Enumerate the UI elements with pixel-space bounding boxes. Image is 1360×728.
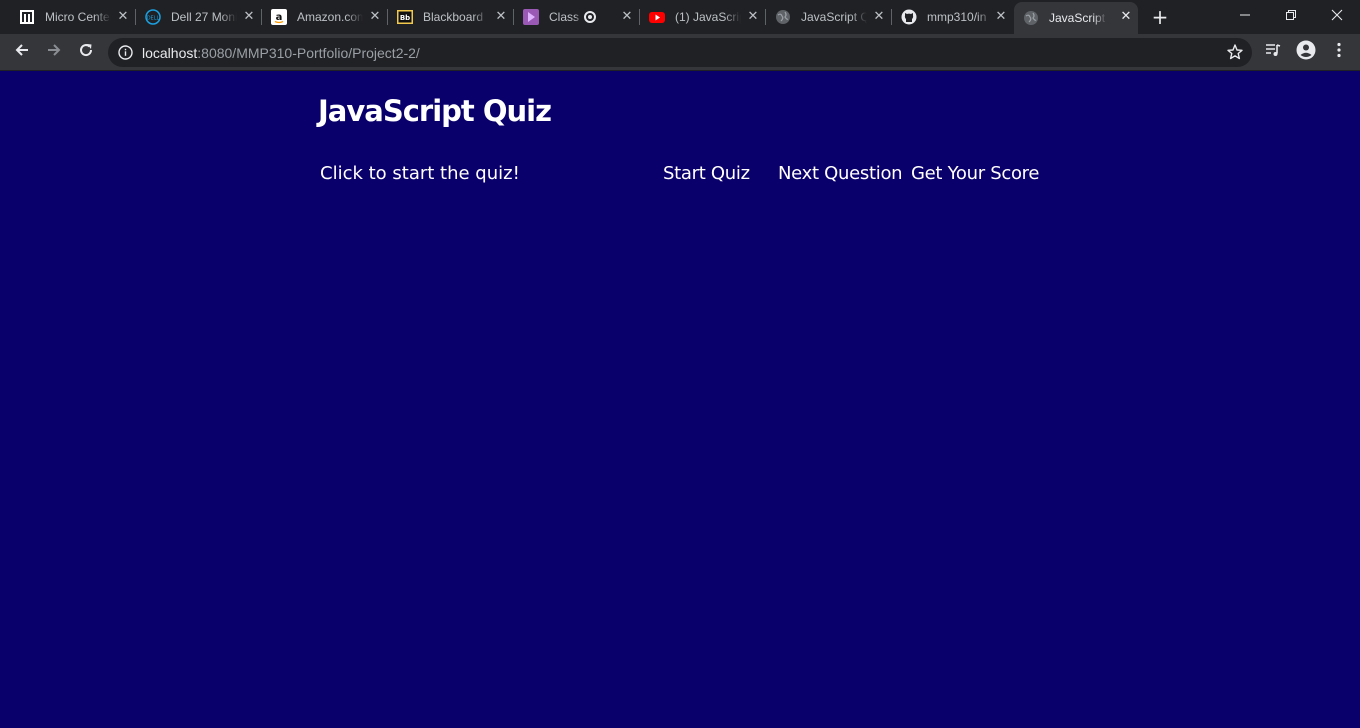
- svg-text:a: a: [276, 12, 283, 23]
- next-question-button[interactable]: Next Question: [778, 163, 903, 184]
- tab-title: JavaScript Q: [1049, 11, 1107, 25]
- youtube-icon: [649, 9, 665, 25]
- tab-micro-center[interactable]: Micro Center ✕: [10, 0, 136, 34]
- forward-button[interactable]: [40, 38, 68, 66]
- micro-center-icon: [19, 9, 35, 25]
- tab-github[interactable]: mmp310/in ✕: [892, 0, 1013, 34]
- arrow-right-icon: [46, 42, 62, 62]
- star-icon[interactable]: [1226, 43, 1244, 61]
- media-control-button[interactable]: [1259, 38, 1287, 66]
- reload-icon: [78, 42, 94, 62]
- close-icon[interactable]: ✕: [241, 9, 257, 25]
- menu-button[interactable]: [1325, 38, 1353, 66]
- tab-title: Class m: [549, 10, 583, 24]
- globe-icon: [1023, 10, 1039, 26]
- close-icon[interactable]: ✕: [115, 9, 131, 25]
- queue-music-icon: [1264, 41, 1282, 63]
- tab-title: JavaScript Q: [801, 10, 867, 24]
- svg-text:Bb: Bb: [400, 14, 410, 22]
- tab-title: Blackboard: [423, 10, 484, 24]
- profile-button[interactable]: [1292, 38, 1320, 66]
- new-tab-button[interactable]: +: [1148, 5, 1172, 29]
- recording-icon: [584, 11, 596, 23]
- more-vert-icon: [1337, 42, 1341, 62]
- tab-javascript-quiz[interactable]: JavaScript Q ✕: [766, 0, 892, 34]
- dell-icon: DELL: [145, 9, 161, 25]
- browser-toolbar: localhost:8080/MMP310-Portfolio/Project2…: [0, 34, 1360, 71]
- amazon-icon: a: [271, 9, 287, 25]
- quiz-prompt: Click to start the quiz!: [320, 163, 520, 184]
- blackboard-icon: Bb: [397, 9, 413, 25]
- tab-title: Micro Center: [45, 10, 111, 24]
- close-icon[interactable]: ✕: [745, 9, 761, 25]
- minimize-icon[interactable]: [1222, 0, 1268, 30]
- tab-amazon[interactable]: a Amazon.com ✕: [262, 0, 388, 34]
- url-text[interactable]: localhost:8080/MMP310-Portfolio/Project2…: [142, 45, 420, 61]
- tab-title: Amazon.com: [297, 10, 363, 24]
- globe-icon: [775, 9, 791, 25]
- close-icon[interactable]: ✕: [619, 9, 635, 25]
- tab-youtube[interactable]: (1) JavaScript ✕: [640, 0, 766, 34]
- page-title: JavaScript Quiz: [318, 94, 552, 128]
- class-media-icon: [523, 9, 539, 25]
- tab-title: Dell 27 Monitor: [171, 10, 237, 24]
- restore-icon[interactable]: [1268, 0, 1314, 30]
- info-icon[interactable]: [118, 45, 133, 60]
- close-icon[interactable]: ✕: [871, 9, 887, 25]
- tab-javascript-quiz-active[interactable]: JavaScript Q ✕: [1014, 2, 1138, 34]
- close-icon[interactable]: ✕: [1118, 9, 1134, 25]
- arrow-left-icon: [14, 42, 30, 62]
- tab-title: mmp310/in: [927, 10, 987, 24]
- start-quiz-button[interactable]: Start Quiz: [663, 163, 750, 184]
- back-button[interactable]: [8, 38, 36, 66]
- address-bar[interactable]: localhost:8080/MMP310-Portfolio/Project2…: [108, 38, 1252, 67]
- close-icon[interactable]: [1314, 0, 1360, 30]
- tab-strip: Micro Center ✕ DELL Dell 27 Monitor ✕ a …: [0, 0, 1360, 34]
- close-icon[interactable]: ✕: [367, 9, 383, 25]
- reload-button[interactable]: [72, 38, 100, 66]
- url-host: localhost: [142, 45, 198, 61]
- close-icon[interactable]: ✕: [993, 9, 1009, 25]
- svg-text:DELL: DELL: [147, 16, 160, 22]
- tab-title: (1) JavaScript: [675, 10, 741, 24]
- tab-blackboard[interactable]: Bb Blackboard ✕: [388, 0, 514, 34]
- tab-class-media[interactable]: Class m ✕: [514, 0, 640, 34]
- url-path: :8080/MMP310-Portfolio/Project2-2/: [197, 45, 420, 61]
- account-circle-icon: [1296, 40, 1316, 64]
- get-score-button[interactable]: Get Your Score: [911, 163, 1039, 184]
- github-icon: [901, 9, 917, 25]
- close-icon[interactable]: ✕: [493, 9, 509, 25]
- tab-dell[interactable]: DELL Dell 27 Monitor ✕: [136, 0, 262, 34]
